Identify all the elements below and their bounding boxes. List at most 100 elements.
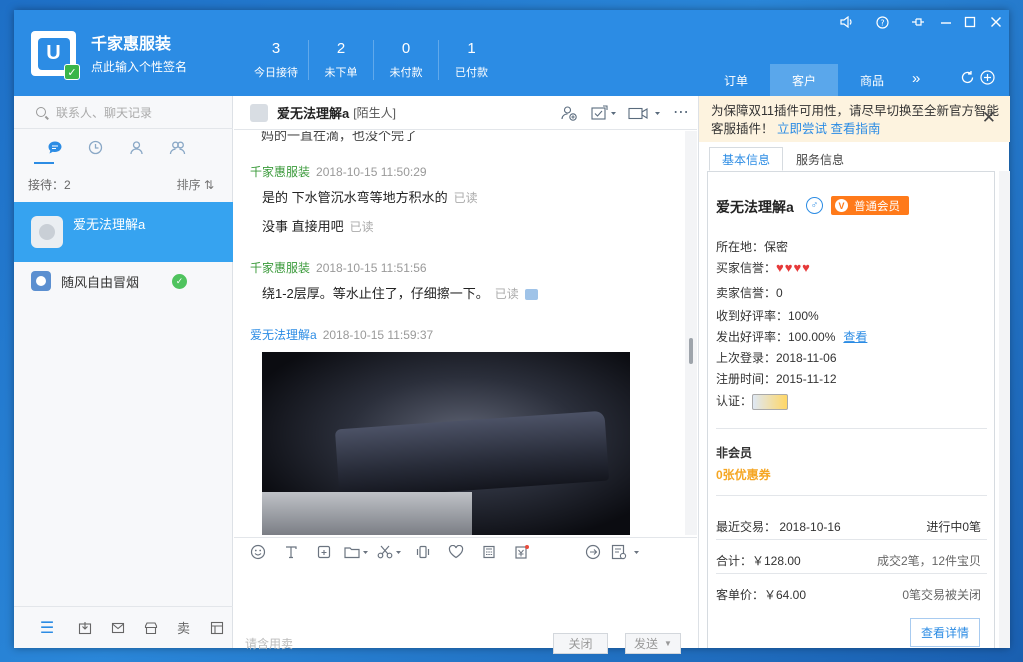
tab-service-info[interactable]: 服务信息: [783, 147, 857, 171]
divider: [716, 539, 987, 540]
chevron-down-icon[interactable]: ▼: [664, 639, 672, 648]
closed-trades: 0笔交易被关闭: [902, 588, 981, 602]
scrollbar-thumb[interactable]: [689, 338, 693, 364]
try-now-link[interactable]: 立即尝试: [777, 122, 827, 136]
timestamp: 2018-10-15 11:51:56: [316, 261, 427, 275]
download-icon[interactable]: [68, 616, 101, 640]
emoji-icon[interactable]: [241, 540, 274, 564]
sell-icon[interactable]: 卖: [167, 616, 200, 640]
coupon-icon[interactable]: [505, 540, 538, 564]
heart-credit-icon: ♥♥♥♥: [776, 260, 811, 275]
tab-products[interactable]: 商品: [838, 64, 906, 96]
video-icon[interactable]: [628, 105, 662, 124]
contact-item[interactable]: 随风自由冒烟 ✓: [14, 262, 233, 300]
contact-item-active[interactable]: 爱无法理解a: [14, 202, 233, 262]
tab-customers[interactable]: 客户: [770, 64, 838, 96]
stat-value: 3: [271, 40, 281, 57]
tab-basic-info[interactable]: 基本信息: [709, 147, 784, 171]
folder-icon[interactable]: [340, 540, 373, 564]
stat-value: 2: [336, 40, 346, 57]
read-status: 已读: [494, 287, 519, 301]
image-message[interactable]: [262, 352, 630, 535]
add-contact-icon[interactable]: [561, 105, 577, 124]
sender-name: 爱无法理解a: [250, 328, 317, 342]
shop-icon[interactable]: [134, 616, 167, 640]
orders-summary: 成交2笔，12件宝贝: [876, 554, 981, 568]
photo-object: [334, 410, 610, 500]
send-button[interactable]: 发送 ▼: [625, 633, 681, 654]
view-link[interactable]: 查看: [843, 330, 867, 344]
search-input[interactable]: 联系人、聊天记录: [56, 104, 152, 121]
close-chat-button[interactable]: 关闭: [553, 633, 608, 654]
maximize-icon[interactable]: [960, 14, 980, 30]
message-row: 绕1-2层厚。等水止住了，仔细擦一下。 已读: [262, 283, 539, 302]
speaker-icon[interactable]: [836, 14, 856, 30]
minimize-icon[interactable]: [936, 14, 956, 30]
avg-price-row: 客单价：￥64.00 0笔交易被关闭: [716, 586, 987, 603]
message-meta: 千家惠服装 2018-10-15 11:51:56: [250, 259, 427, 276]
chat-bubble-icon: [48, 141, 61, 153]
divider: [716, 428, 987, 429]
message-text: 没事 直接用吧: [262, 219, 344, 234]
tab-orders[interactable]: 订单: [702, 64, 770, 96]
sender-name: 千家惠服装: [250, 165, 311, 179]
message-row: 是的 下水管沉水弯等地方积水的 已读: [262, 187, 478, 206]
tab-chats[interactable]: [34, 136, 75, 158]
message-text: 妈的一直在滴，也没个完了: [261, 131, 418, 143]
id-cert-icon[interactable]: [752, 393, 789, 410]
tab-groups[interactable]: [157, 136, 198, 158]
signature-field[interactable]: 点此输入个性签名: [91, 58, 187, 75]
good-rate-received: 收到好评率：100%: [716, 309, 819, 323]
guide-link[interactable]: 查看指南: [831, 122, 881, 136]
task-icon[interactable]: [591, 105, 617, 124]
quick-reply-icon[interactable]: [576, 540, 609, 564]
help-icon[interactable]: ?: [872, 14, 892, 30]
registered-date: 注册时间：2015-11-12: [716, 372, 837, 386]
message-input[interactable]: 请含用卖 关闭 发送 ▼: [234, 566, 697, 654]
heart-icon[interactable]: [439, 540, 472, 564]
layout-icon[interactable]: [200, 616, 233, 640]
message-meta: 千家惠服装 2018-10-15 11:50:29: [250, 163, 427, 180]
close-icon[interactable]: [986, 14, 1006, 30]
menu-icon[interactable]: ☰: [26, 616, 68, 640]
store-logo[interactable]: U ✓: [31, 31, 80, 80]
stat-paid[interactable]: 1 已付款: [439, 40, 504, 80]
tab-recent[interactable]: [75, 136, 116, 158]
stat-no-order[interactable]: 2 未下单: [309, 40, 374, 80]
refresh-icon[interactable]: [960, 70, 975, 89]
more-bubble-icon[interactable]: [525, 289, 539, 301]
vibrate-icon[interactable]: [406, 540, 439, 564]
message-text: 绕1-2层厚。等水止住了，仔细擦一下。: [262, 286, 489, 301]
buyer-credit: 买家信誉：♥♥♥♥: [716, 259, 811, 276]
avatar: [250, 103, 268, 122]
total-amount: 合计：￥128.00: [716, 554, 801, 568]
view-details-button[interactable]: 查看详情: [910, 618, 980, 647]
add-plugin-icon[interactable]: [980, 70, 995, 89]
svg-text:?: ?: [880, 18, 884, 27]
more-tabs-icon[interactable]: »: [912, 70, 920, 87]
top-header: U ✓ 千家惠服装 点此输入个性签名 3 今日接待 2 未下单 0 未付款 1 已付款 …: [14, 10, 1009, 96]
close-icon[interactable]: ✕: [982, 109, 996, 127]
coupon-count[interactable]: 0张优惠券: [716, 466, 771, 483]
stat-today[interactable]: 3 今日接待: [244, 40, 309, 80]
timestamp: 2018-10-15 11:50:29: [316, 165, 427, 179]
buyer-credit-label: 买家信誉：: [716, 261, 777, 275]
font-icon[interactable]: [274, 540, 307, 564]
template-icon[interactable]: [609, 540, 642, 564]
screenshot-icon[interactable]: [307, 540, 340, 564]
calculator-icon[interactable]: [472, 540, 505, 564]
mail-icon[interactable]: [101, 616, 134, 640]
stat-unpaid[interactable]: 0 未付款: [374, 40, 439, 80]
pin-icon[interactable]: [908, 14, 928, 30]
tab-contacts[interactable]: [116, 136, 157, 158]
contact-name: 随风自由冒烟: [61, 274, 140, 290]
customer-scrollbar[interactable]: [999, 171, 1010, 648]
member-status: 非会员: [716, 446, 753, 460]
scissors-icon[interactable]: [373, 540, 406, 564]
sort-button[interactable]: 排序 ⇅: [177, 176, 214, 193]
chat-scrollbar[interactable]: [685, 131, 697, 535]
more-icon[interactable]: ⋯: [673, 102, 689, 122]
search-bar[interactable]: 联系人、聊天记录: [14, 96, 233, 129]
customer-tabs: 基本信息 服务信息: [709, 147, 857, 171]
online-check-icon: ✓: [172, 274, 187, 289]
